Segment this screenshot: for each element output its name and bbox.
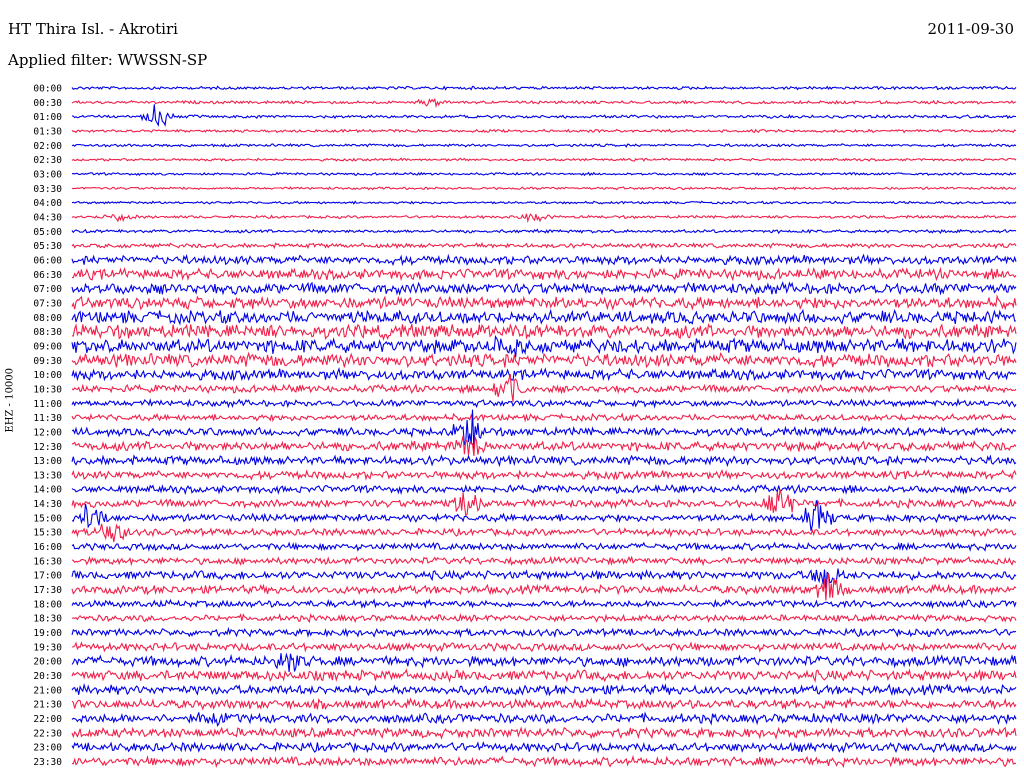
time-tick-label: 13:00 [33, 456, 62, 467]
seismic-trace [71, 726, 1017, 740]
seismic-trace [71, 171, 1017, 177]
time-tick-label: 20:30 [33, 671, 62, 682]
seismic-trace [71, 568, 1017, 589]
time-tick-label: 07:00 [33, 284, 62, 295]
time-tick-label: 23:30 [33, 757, 62, 768]
seismic-trace [71, 374, 1017, 402]
time-tick-label: 15:30 [33, 528, 62, 539]
time-tick-label: 17:00 [33, 571, 62, 582]
time-tick-label: 02:00 [33, 141, 62, 152]
seismic-trace [71, 97, 1017, 109]
seismic-trace [71, 652, 1017, 672]
time-tick-label: 22:00 [33, 714, 62, 725]
time-tick-label: 01:30 [33, 126, 62, 137]
time-tick-label: 19:00 [33, 628, 62, 639]
time-tick-label: 08:30 [33, 327, 62, 338]
seismic-trace [71, 366, 1017, 382]
seismic-trace [71, 641, 1017, 653]
time-tick-label: 06:00 [33, 255, 62, 266]
time-tick-label: 20:00 [33, 657, 62, 668]
seismic-trace [71, 682, 1017, 697]
seismic-trace [71, 213, 1017, 224]
seismic-trace [71, 626, 1017, 639]
time-tick-label: 03:30 [33, 184, 62, 195]
seismic-trace [71, 555, 1017, 567]
time-tick-label: 23:00 [33, 743, 62, 754]
seismic-trace [71, 541, 1017, 552]
seismic-trace [71, 612, 1017, 624]
seismic-trace [72, 266, 1017, 282]
time-tick-label: 10:00 [33, 370, 62, 381]
seismic-trace [71, 523, 1017, 543]
seismic-trace [71, 500, 1017, 531]
seismic-trace [71, 412, 1017, 423]
time-tick-label: 13:30 [33, 470, 62, 481]
time-tick-label: 15:00 [33, 513, 62, 524]
time-tick-label: 09:30 [33, 356, 62, 367]
time-tick-label: 12:30 [33, 442, 62, 453]
seismic-trace [71, 186, 1017, 191]
time-tick-label: 12:00 [33, 427, 62, 438]
seismic-trace [71, 740, 1017, 754]
time-tick-label: 05:30 [33, 241, 62, 252]
time-tick-label: 18:00 [33, 599, 62, 610]
time-tick-label: 21:00 [33, 685, 62, 696]
seismic-trace [71, 711, 1017, 728]
seismic-trace [71, 308, 1016, 326]
time-tick-label: 04:00 [33, 198, 62, 209]
time-tick-label: 14:30 [33, 499, 62, 510]
time-tick-label: 00:30 [33, 98, 62, 109]
time-tick-label: 01:00 [33, 112, 62, 123]
seismic-trace [71, 253, 1017, 267]
time-tick-label: 14:00 [33, 485, 62, 496]
time-tick-label: 08:00 [33, 313, 62, 324]
seismic-trace [71, 697, 1017, 711]
time-tick-label: 07:30 [33, 298, 62, 309]
seismic-trace [71, 143, 1017, 148]
seismic-trace [71, 489, 1017, 517]
seismic-trace [71, 128, 1017, 134]
time-tick-label: 11:30 [33, 413, 62, 424]
seismic-trace [71, 668, 1017, 683]
seismic-trace [71, 242, 1017, 250]
seismic-trace [71, 294, 1017, 311]
time-tick-label: 06:30 [33, 270, 62, 281]
seismic-trace [71, 598, 1017, 610]
time-tick-label: 22:30 [33, 728, 62, 739]
time-tick-label: 04:30 [33, 212, 62, 223]
seismic-trace [71, 351, 1017, 369]
time-tick-label: 16:00 [33, 542, 62, 553]
seismic-trace [71, 280, 1017, 296]
helicorder-plot: 00:00 00:30 01:00 01:30 02:00 02:30 03:00 03:30… [33, 84, 1017, 769]
time-tick-label: 11:00 [33, 399, 62, 410]
time-tick-label: 10:30 [33, 384, 62, 395]
time-tick-label: 09:00 [33, 341, 62, 352]
seismic-trace [72, 435, 1017, 456]
time-tick-label: 02:30 [33, 155, 62, 166]
seismic-trace [71, 228, 1017, 235]
seismic-trace [71, 454, 1017, 468]
seismic-trace [71, 483, 1017, 496]
seismic-trace [71, 104, 1017, 128]
seismic-trace [71, 157, 1017, 162]
time-tick-label: 16:30 [33, 556, 62, 567]
time-tick-label: 17:30 [33, 585, 62, 596]
seismic-trace [71, 397, 1017, 409]
time-tick-label: 05:00 [33, 227, 62, 238]
time-tick-label: 03:00 [33, 169, 62, 180]
seismic-trace [71, 323, 1017, 341]
time-tick-label: 21:30 [33, 700, 62, 711]
seismic-trace [71, 468, 1017, 482]
seismic-trace [71, 409, 1017, 450]
time-tick-label: 00:00 [33, 84, 62, 95]
seismic-trace [71, 85, 1017, 91]
seismic-trace [71, 200, 1017, 205]
time-tick-label: 18:30 [33, 614, 62, 625]
time-tick-label: 19:30 [33, 642, 62, 653]
seismic-trace [71, 754, 1017, 769]
